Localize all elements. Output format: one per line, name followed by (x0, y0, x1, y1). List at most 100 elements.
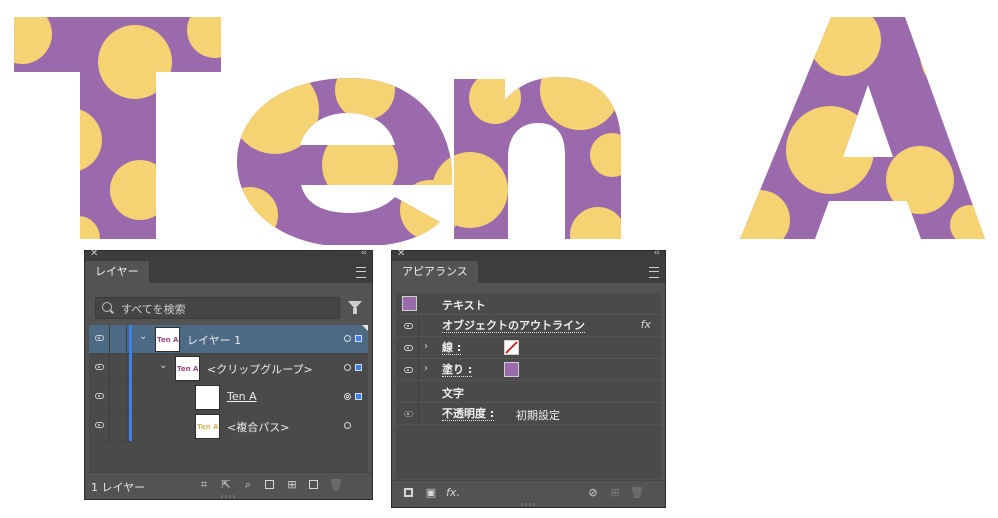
close-icon[interactable]: ✕ (90, 248, 98, 259)
new-sublayer-icon[interactable]: ⊞ (285, 478, 299, 492)
collect-export-icon[interactable]: ⌗ (197, 478, 211, 492)
selection-square-icon[interactable] (355, 364, 362, 371)
layer-color-bar (129, 383, 132, 412)
panel-titlebar[interactable]: ✕ ‹‹ (85, 248, 372, 261)
lock-toggle[interactable] (109, 412, 127, 441)
layer-color-bar (129, 325, 132, 354)
thumbnail-text: Ten A (197, 423, 219, 431)
resize-grip[interactable] (520, 503, 537, 506)
panel-titlebar[interactable]: ✕ ‹‹ (392, 248, 665, 261)
visibility-eye-icon[interactable] (95, 422, 104, 428)
appearance-header-row[interactable]: テキスト (396, 293, 661, 315)
layer-row[interactable]: Ten A <複合パス> (89, 412, 368, 441)
locate-object-icon[interactable]: ⌕ (241, 478, 255, 492)
collapse-icon[interactable]: ‹‹ (654, 248, 660, 258)
layers-footer: 1 レイヤー ⌗ ⇱ ⌕ ⊞ 🗑 (85, 472, 372, 499)
layer-name[interactable]: Ten A (227, 390, 257, 403)
clear-appearance-icon[interactable]: ⊘ (586, 486, 600, 500)
object-outline-link[interactable]: オブジェクトのアウトライン (442, 319, 585, 333)
duplicate-item-icon[interactable]: ⊞ (608, 486, 622, 500)
layer-name[interactable]: <複合パス> (227, 419, 289, 435)
object-swatch (402, 296, 417, 311)
opacity-value: 初期設定 (516, 409, 560, 422)
resize-grip[interactable] (220, 495, 237, 498)
stroke-none-swatch[interactable] (504, 340, 519, 355)
appearance-panel: ✕ ‹‹ アピアランス テキスト オブジェクトのアウトライン fx › 線 : (391, 248, 666, 508)
visibility-eye-icon[interactable] (404, 411, 413, 417)
lock-toggle[interactable] (109, 354, 127, 383)
object-type-label: テキスト (442, 299, 486, 312)
fill-row[interactable]: › 塗り : (396, 359, 661, 381)
panel-tab-row: レイヤー (85, 261, 372, 283)
appearance-footer: ▣ fx. ⊘ ⊞ 🗑 (392, 480, 665, 507)
fill-swatch[interactable] (504, 362, 519, 377)
layers-list: ⌄ Ten A レイヤー 1 ⌄ Ten A <クリップグループ> Ten A … (89, 325, 368, 475)
artwork-canvas (0, 0, 998, 245)
selection-square-icon[interactable] (355, 335, 362, 342)
fx-icon[interactable]: fx (641, 318, 651, 331)
ten-a-artwork (14, 17, 985, 245)
selection-square-icon[interactable] (355, 393, 362, 400)
layer-thumbnail: Ten A (195, 414, 220, 439)
close-icon[interactable]: ✕ (397, 248, 405, 259)
new-layer-icon[interactable] (307, 478, 321, 492)
visibility-eye-icon[interactable] (95, 393, 104, 399)
panel-menu-icon[interactable] (649, 267, 659, 278)
layer-name[interactable]: <クリップグループ> (207, 361, 313, 377)
visibility-eye-icon[interactable] (95, 335, 104, 341)
opacity-row[interactable]: 不透明度 : 初期設定 (396, 403, 661, 425)
add-stroke-icon[interactable] (402, 486, 416, 500)
layer-thumbnail (195, 385, 220, 410)
export-icon[interactable]: ⇱ (219, 478, 233, 492)
layer-thumbnail: Ten A (175, 356, 200, 381)
tab-layers[interactable]: レイヤー (85, 261, 149, 283)
layer-name[interactable]: レイヤー 1 (187, 332, 241, 348)
panel-tab-row: アピアランス (392, 261, 665, 283)
target-circle-icon[interactable] (344, 393, 351, 400)
characters-label: 文字 (442, 387, 464, 400)
layers-search-input[interactable]: すべてを検索 (95, 297, 340, 319)
layer-thumbnail: Ten A (155, 327, 180, 352)
visibility-eye-icon[interactable] (404, 345, 413, 351)
trash-icon[interactable]: 🗑 (630, 486, 644, 500)
visibility-eye-icon[interactable] (404, 323, 413, 329)
layers-panel: ✕ ‹‹ レイヤー すべてを検索 ⌄ Ten A レイヤー 1 ⌄ Ten A … (84, 248, 373, 500)
lock-toggle[interactable] (109, 383, 127, 412)
layer-row[interactable]: Ten A (89, 383, 368, 412)
clipping-mask-icon[interactable] (263, 478, 277, 492)
chevron-down-icon[interactable]: ⌄ (139, 331, 147, 342)
layer-color-bar (129, 354, 132, 383)
add-effect-icon[interactable]: fx. (446, 486, 460, 500)
outline-row[interactable]: オブジェクトのアウトライン fx (396, 315, 661, 337)
chevron-right-icon[interactable]: › (424, 363, 428, 374)
collapse-icon[interactable]: ‹‹ (361, 248, 367, 258)
layer-row[interactable]: ⌄ Ten A <クリップグループ> (89, 354, 368, 383)
appearance-list: テキスト オブジェクトのアウトライン fx › 線 : › 塗り : 文字 不透… (396, 293, 661, 479)
visibility-eye-icon[interactable] (95, 364, 104, 370)
panel-menu-icon[interactable] (356, 267, 366, 278)
target-circle-icon[interactable] (344, 335, 351, 342)
search-placeholder: すべてを検索 (121, 303, 186, 316)
chevron-right-icon[interactable]: › (424, 341, 428, 352)
target-circle-icon[interactable] (344, 422, 351, 429)
target-circle-icon[interactable] (344, 364, 351, 371)
fill-label[interactable]: 塗り : (442, 363, 473, 377)
search-icon (102, 302, 112, 312)
layer-color-bar (129, 412, 132, 441)
chevron-down-icon[interactable]: ⌄ (159, 360, 167, 371)
thumbnail-text: Ten A (177, 365, 199, 373)
layer-count: 1 レイヤー (91, 481, 146, 494)
tab-appearance[interactable]: アピアランス (392, 261, 478, 283)
trash-icon[interactable]: 🗑 (329, 478, 343, 492)
current-layer-corner-icon (362, 325, 368, 331)
filter-icon[interactable] (348, 301, 362, 314)
stroke-label[interactable]: 線 : (442, 341, 462, 355)
add-fill-icon[interactable]: ▣ (424, 486, 438, 500)
opacity-label[interactable]: 不透明度 : (442, 407, 495, 421)
lock-toggle[interactable] (109, 325, 127, 354)
characters-row[interactable]: 文字 (396, 381, 661, 403)
stroke-row[interactable]: › 線 : (396, 337, 661, 359)
layer-row[interactable]: ⌄ Ten A レイヤー 1 (89, 325, 368, 354)
thumbnail-text: Ten A (157, 336, 179, 344)
visibility-eye-icon[interactable] (404, 367, 413, 373)
